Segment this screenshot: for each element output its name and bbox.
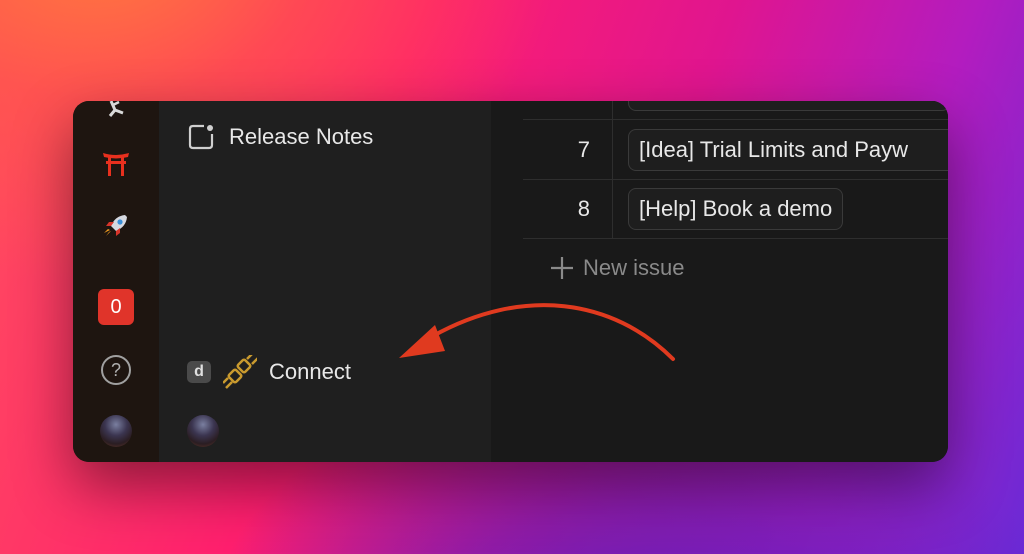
issue-title[interactable]: [Idea] Trial Limits and Payw [628, 129, 948, 171]
row-number: 7 [523, 120, 613, 179]
plus-icon [551, 257, 573, 279]
rail-avatar[interactable] [73, 415, 159, 452]
torii-gate-icon[interactable] [73, 149, 159, 182]
new-issue-button[interactable]: New issue [549, 255, 684, 281]
runner-emoji-icon[interactable] [73, 101, 159, 122]
help-icon[interactable]: ? [73, 355, 159, 385]
notification-badge[interactable]: 0 [73, 289, 159, 325]
avatar [100, 415, 132, 447]
row-number-cell [523, 101, 613, 119]
notification-count: 0 [98, 289, 134, 325]
avatar [187, 415, 219, 447]
issue-title[interactable]: [Help] Book a demo [628, 188, 844, 230]
shortcut-key-badge: d [187, 361, 211, 383]
table-row[interactable]: 8 [Help] Book a demo [523, 179, 948, 239]
table-row[interactable]: 7 [Idea] Trial Limits and Payw [523, 120, 948, 180]
release-notes-label: Release Notes [229, 124, 374, 149]
connect-label: Connect [269, 359, 351, 384]
sidebar-avatar[interactable] [187, 415, 219, 447]
table-row-partial [523, 101, 948, 120]
sidebar-item-connect[interactable]: d Connect [187, 355, 351, 389]
icon-rail: 0 ? [73, 101, 159, 462]
help-symbol: ? [101, 355, 131, 385]
row-title-cell[interactable] [628, 101, 948, 111]
row-number: 8 [523, 179, 613, 238]
sidebar: Release Notes d Connect [159, 101, 491, 462]
app-window: 0 ? Release Notes d Connect 7 [Idea] Tri… [73, 101, 948, 462]
new-issue-label: New issue [583, 255, 685, 280]
sidebar-item-release-notes[interactable]: Release Notes [187, 123, 373, 151]
release-notes-icon [188, 124, 214, 150]
rocket-icon[interactable] [73, 211, 159, 246]
issues-table: 7 [Idea] Trial Limits and Payw 8 [Help] … [491, 101, 948, 462]
plug-icon [223, 355, 257, 389]
